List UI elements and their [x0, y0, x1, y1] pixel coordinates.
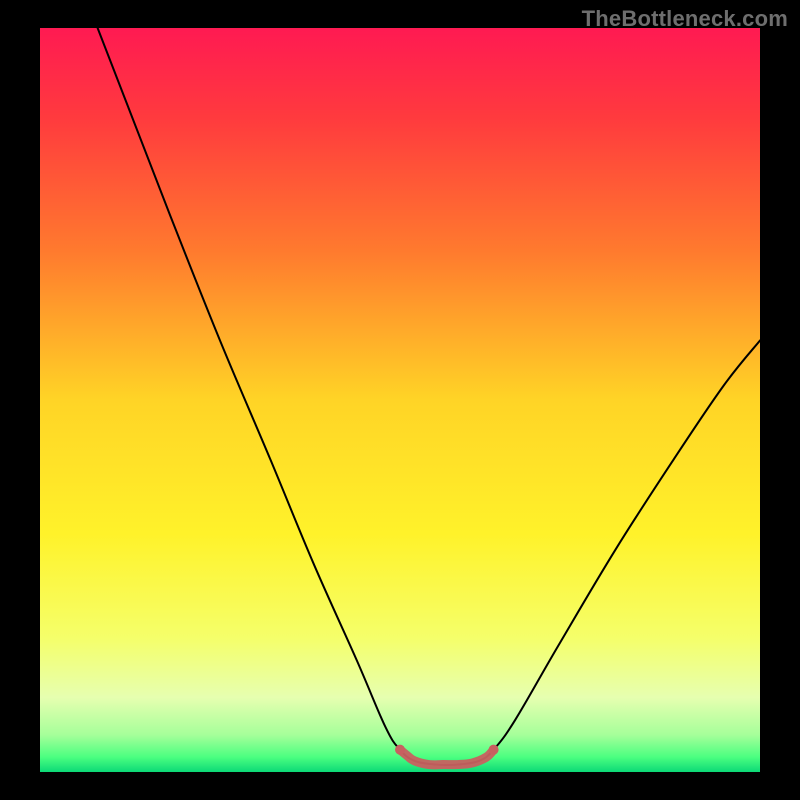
watermark-text: TheBottleneck.com [582, 6, 788, 32]
chart-container: TheBottleneck.com [0, 0, 800, 800]
bottleneck-chart [0, 0, 800, 800]
